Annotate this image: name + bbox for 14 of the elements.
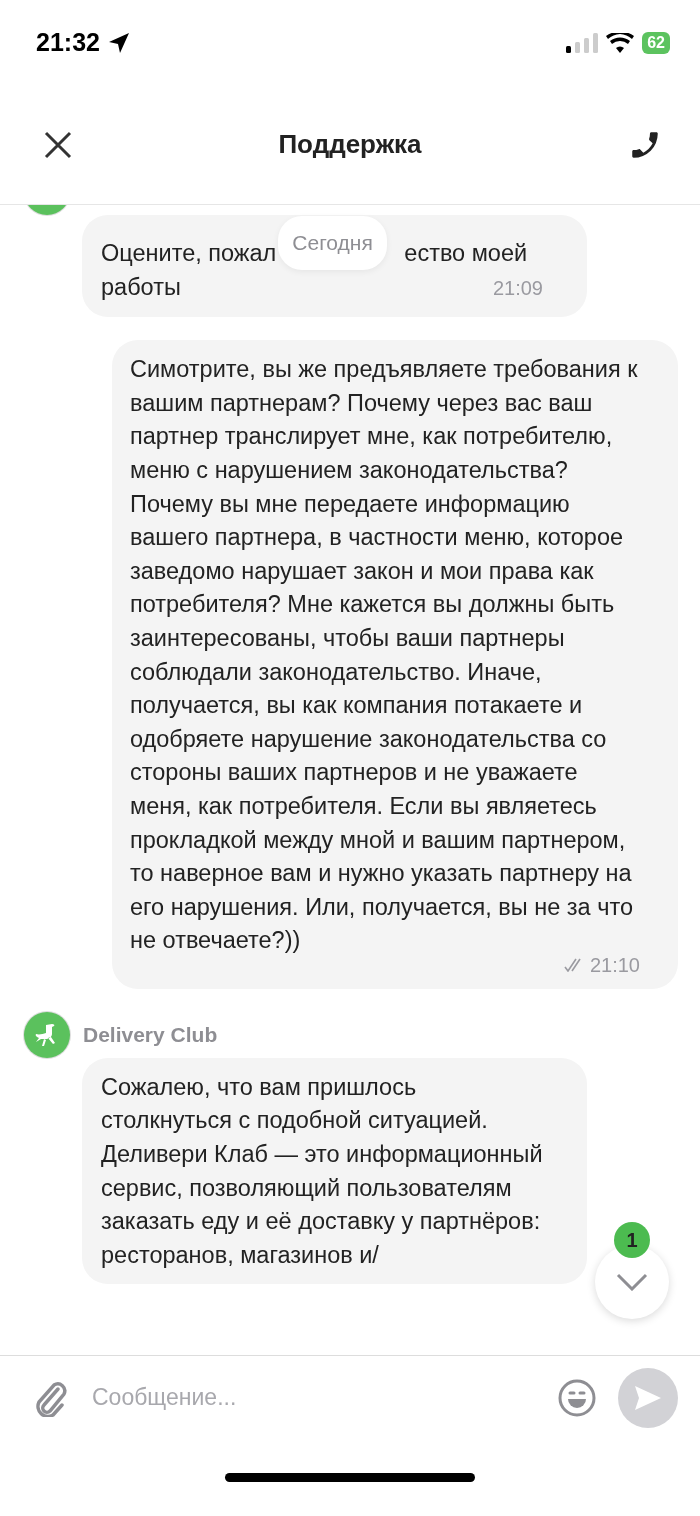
sender-name: Delivery Club xyxy=(83,1022,218,1047)
message-time: 21:10 xyxy=(589,953,640,977)
message-text: работы xyxy=(101,272,181,302)
message-time: 21:09 xyxy=(492,275,543,301)
date-chip: Сегодня xyxy=(278,216,387,270)
battery-level: 62 xyxy=(642,31,670,54)
message-input[interactable]: Сообщение... xyxy=(90,1383,536,1412)
message-text: Оцените, пожал xyxy=(101,239,277,268)
unread-count: 1 xyxy=(614,1222,650,1258)
chat-title: Поддержка xyxy=(278,129,422,160)
clock-time: 21:32 xyxy=(36,28,100,57)
message-text: ество моей xyxy=(404,239,528,268)
message-text: Симотрите, вы же предъявляете требования к вашим партнерам? Почему через вас ваш партнер транслирует мне, как потребителю, меню с нарушением законодательства? Почему вы мне передаете информацию вашего партнера, в частности меню, которое заведомо нарушает закон и мои права как потребителя? Мне кажется вы должны быть заинтересованы, чтобы ваши партнеры соблюдали законодательство. Иначе, получается, вы как компания потакаете и одобряете нарушение законодательства со стороны ваших партнеров и не уважаете меня, как потребителя. Если вы являетесь прокладкой между мной и вашим партнером, то наверное вам и нужно указать партнеру на его нарушения. Или, получается, вы не за что не отвечаете?)) xyxy=(130,355,639,956)
message-text: Сожалею, что вам пришлось столкнуться с подобной ситуацией. Деливери Клаб — это информационный сервис, позволяющий пользователям заказать еду и её доставку у партнёров: ресторанов, магазинов и/ xyxy=(101,1072,543,1270)
